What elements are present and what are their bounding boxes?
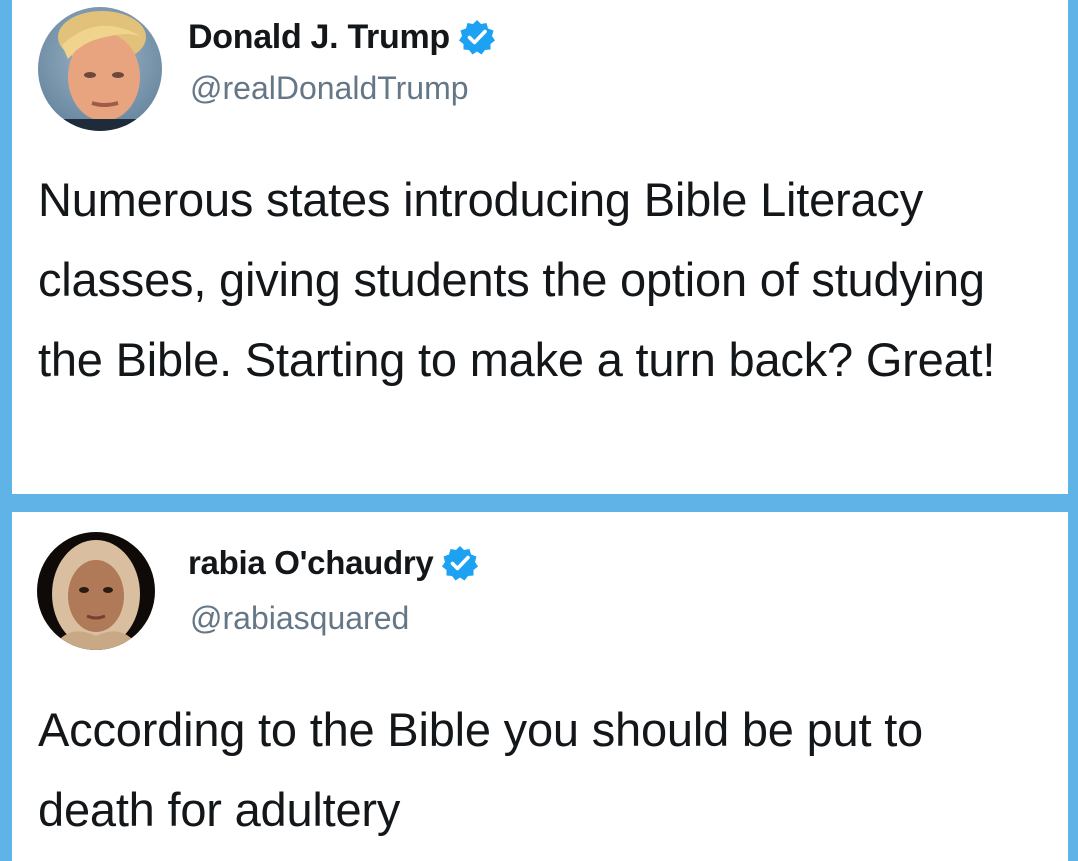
display-name[interactable]: Donald J. Trump <box>188 18 450 57</box>
tweet-text: Numerous states introducing Bible Litera… <box>38 173 996 386</box>
tweet-card[interactable]: rabia O'chaudry @rabiasquared According … <box>12 512 1068 861</box>
tweet-screenshot: Donald J. Trump @realDonaldTrump Numerou… <box>0 0 1078 861</box>
avatar[interactable] <box>38 7 162 131</box>
verified-badge-icon <box>458 18 496 56</box>
avatar[interactable] <box>37 532 155 650</box>
tweet-card[interactable]: Donald J. Trump @realDonaldTrump Numerou… <box>12 0 1068 494</box>
avatar-image <box>37 532 155 650</box>
handle[interactable]: @realDonaldTrump <box>190 70 469 107</box>
author-row: Donald J. Trump <box>188 14 496 60</box>
handle[interactable]: @rabiasquared <box>190 600 409 637</box>
avatar-image <box>38 7 162 131</box>
tweet-text: According to the Bible you should be put… <box>38 703 923 836</box>
author-row: rabia O'chaudry <box>188 540 479 586</box>
display-name[interactable]: rabia O'chaudry <box>188 544 434 582</box>
verified-badge-icon <box>441 544 479 582</box>
